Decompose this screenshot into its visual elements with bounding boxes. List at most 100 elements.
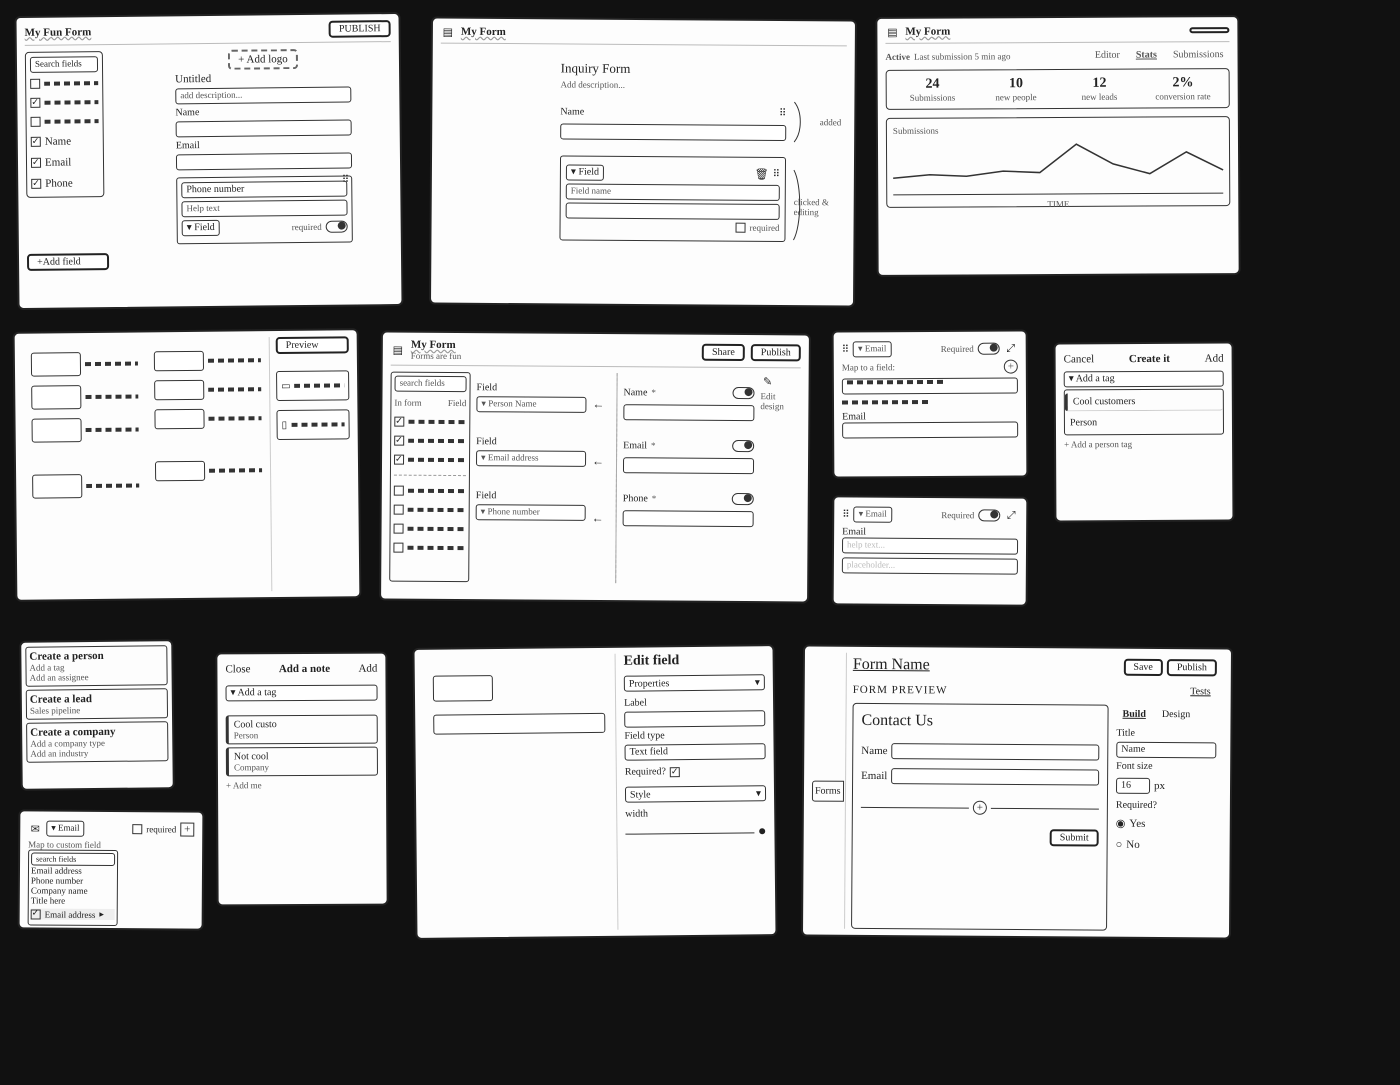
add-button[interactable]: Add: [358, 663, 377, 675]
checkbox-icon[interactable]: [393, 543, 403, 553]
help-text-input[interactable]: Help text: [181, 200, 347, 218]
checkbox-icon[interactable]: [31, 117, 41, 127]
create-person[interactable]: Create a person Add a tag Add an assigne…: [25, 645, 167, 686]
sidebar-item-phone[interactable]: Phone: [45, 177, 73, 189]
required-toggle[interactable]: [978, 509, 1000, 521]
selected-field[interactable]: Email address: [45, 909, 96, 919]
create-company[interactable]: Create a company Add a company type Add …: [26, 721, 168, 762]
action-button[interactable]: [1189, 27, 1229, 33]
checkbox-icon[interactable]: [30, 79, 40, 89]
add-logo-button[interactable]: + Add logo: [228, 49, 298, 70]
email-input[interactable]: [623, 457, 754, 474]
search-input[interactable]: Search fields: [30, 56, 98, 73]
checkbox-icon[interactable]: [394, 505, 404, 515]
tag-option[interactable]: Person: [1065, 414, 1223, 432]
drag-handle-icon[interactable]: ⠿: [773, 168, 780, 179]
checkbox-icon[interactable]: [31, 179, 41, 189]
field-option[interactable]: Phone number: [31, 875, 115, 886]
radio-icon[interactable]: ○: [1116, 839, 1123, 851]
description-input[interactable]: add description...: [175, 87, 351, 105]
sidebar-item-email[interactable]: Email: [45, 156, 71, 168]
forms-tab[interactable]: Forms: [812, 780, 844, 801]
edit-design-label[interactable]: Edit design: [760, 391, 800, 411]
expand-icon[interactable]: ⤢: [1004, 342, 1018, 356]
tab-editor[interactable]: Editor: [1089, 49, 1126, 63]
checkbox-icon[interactable]: [394, 524, 404, 534]
email-input[interactable]: [176, 153, 352, 171]
publish-button[interactable]: PUBLISH: [329, 20, 391, 38]
search-input[interactable]: search fields: [395, 376, 467, 393]
checkbox-icon[interactable]: [394, 436, 404, 446]
name-input[interactable]: [891, 743, 1099, 760]
tag-dropdown[interactable]: Add a tag: [226, 685, 378, 702]
form-name[interactable]: Form Name: [853, 656, 930, 675]
pencil-icon[interactable]: ✎: [761, 374, 775, 388]
add-field-icon[interactable]: +: [973, 801, 987, 815]
field-option[interactable]: Email address: [31, 865, 115, 876]
checkbox-icon[interactable]: [394, 417, 404, 427]
tab-submissions[interactable]: Submissions: [1167, 48, 1230, 62]
drag-handle-icon[interactable]: ⠿: [842, 344, 849, 355]
layout-option[interactable]: ▭: [276, 370, 349, 401]
search-input[interactable]: search fields: [31, 852, 115, 866]
field-type-dropdown[interactable]: Field: [182, 220, 220, 236]
submit-button[interactable]: Submit: [1050, 829, 1099, 846]
preview-button[interactable]: Preview: [276, 336, 349, 354]
name-input[interactable]: [560, 123, 786, 141]
properties-section[interactable]: Properties▾: [624, 674, 765, 691]
name-input[interactable]: [176, 120, 352, 138]
name-input[interactable]: [623, 404, 754, 421]
tab-design[interactable]: Design: [1156, 708, 1196, 722]
slider-handle-icon[interactable]: ●: [758, 824, 767, 840]
layout-option[interactable]: ▯: [276, 409, 349, 440]
close-button[interactable]: Close: [225, 663, 250, 675]
add-field-button[interactable]: +Add field: [27, 253, 109, 271]
title-input[interactable]: Name: [1116, 742, 1216, 759]
field-type-dropdown[interactable]: Field: [566, 164, 604, 180]
field-type-input[interactable]: Text field: [625, 743, 766, 760]
field-type-dropdown[interactable]: Email: [854, 506, 892, 522]
placeholder-input[interactable]: placeholder...: [842, 557, 1018, 574]
label-input[interactable]: [624, 710, 765, 727]
field-option[interactable]: Company name: [31, 885, 115, 896]
form-title[interactable]: Untitled: [175, 72, 351, 86]
tab-tests[interactable]: Tests: [1184, 685, 1217, 699]
share-button[interactable]: Share: [702, 343, 745, 360]
form-title[interactable]: Inquiry Form: [561, 60, 787, 78]
field-name-input[interactable]: Field name: [566, 183, 780, 200]
checkbox-icon[interactable]: [31, 158, 41, 168]
checkbox-icon[interactable]: [394, 455, 404, 465]
publish-button[interactable]: Publish: [751, 344, 801, 361]
radio-icon[interactable]: ◉: [1116, 817, 1126, 830]
tag-chip[interactable]: Cool custoPerson: [226, 715, 378, 745]
email-input[interactable]: [891, 768, 1099, 785]
tag-option[interactable]: Cool customers: [1065, 393, 1223, 412]
required-checkbox[interactable]: [132, 824, 142, 834]
required-toggle[interactable]: [732, 440, 754, 452]
map-dropdown[interactable]: Person Name: [476, 396, 586, 413]
description-input[interactable]: Add description...: [561, 79, 787, 91]
required-toggle[interactable]: [978, 343, 1000, 355]
email-input[interactable]: [842, 422, 1018, 439]
checkbox-icon[interactable]: [31, 137, 41, 147]
tab-build[interactable]: Build: [1116, 708, 1151, 722]
expand-icon[interactable]: ⤢: [1004, 509, 1018, 523]
map-input[interactable]: [842, 378, 1018, 395]
field-type-dropdown[interactable]: Email: [46, 821, 84, 837]
required-checkbox[interactable]: [670, 767, 680, 777]
trash-icon[interactable]: 🗑: [755, 167, 769, 181]
required-toggle[interactable]: [732, 387, 754, 399]
add-icon[interactable]: +: [180, 822, 194, 836]
field-value-input[interactable]: [566, 202, 780, 219]
style-section[interactable]: Style▾: [625, 785, 766, 802]
add-button[interactable]: Add: [1205, 353, 1224, 365]
phone-label-input[interactable]: Phone number: [181, 181, 347, 199]
map-dropdown[interactable]: Email address: [476, 450, 586, 467]
tag-chip[interactable]: Not coolCompany: [226, 747, 378, 777]
tab-stats[interactable]: Stats: [1130, 48, 1163, 62]
tag-dropdown[interactable]: Add a tag: [1064, 371, 1224, 388]
font-size-input[interactable]: 16: [1116, 778, 1150, 794]
cancel-button[interactable]: Cancel: [1064, 353, 1095, 365]
sidebar-item-name[interactable]: Name: [45, 135, 71, 147]
phone-input[interactable]: [623, 510, 754, 527]
